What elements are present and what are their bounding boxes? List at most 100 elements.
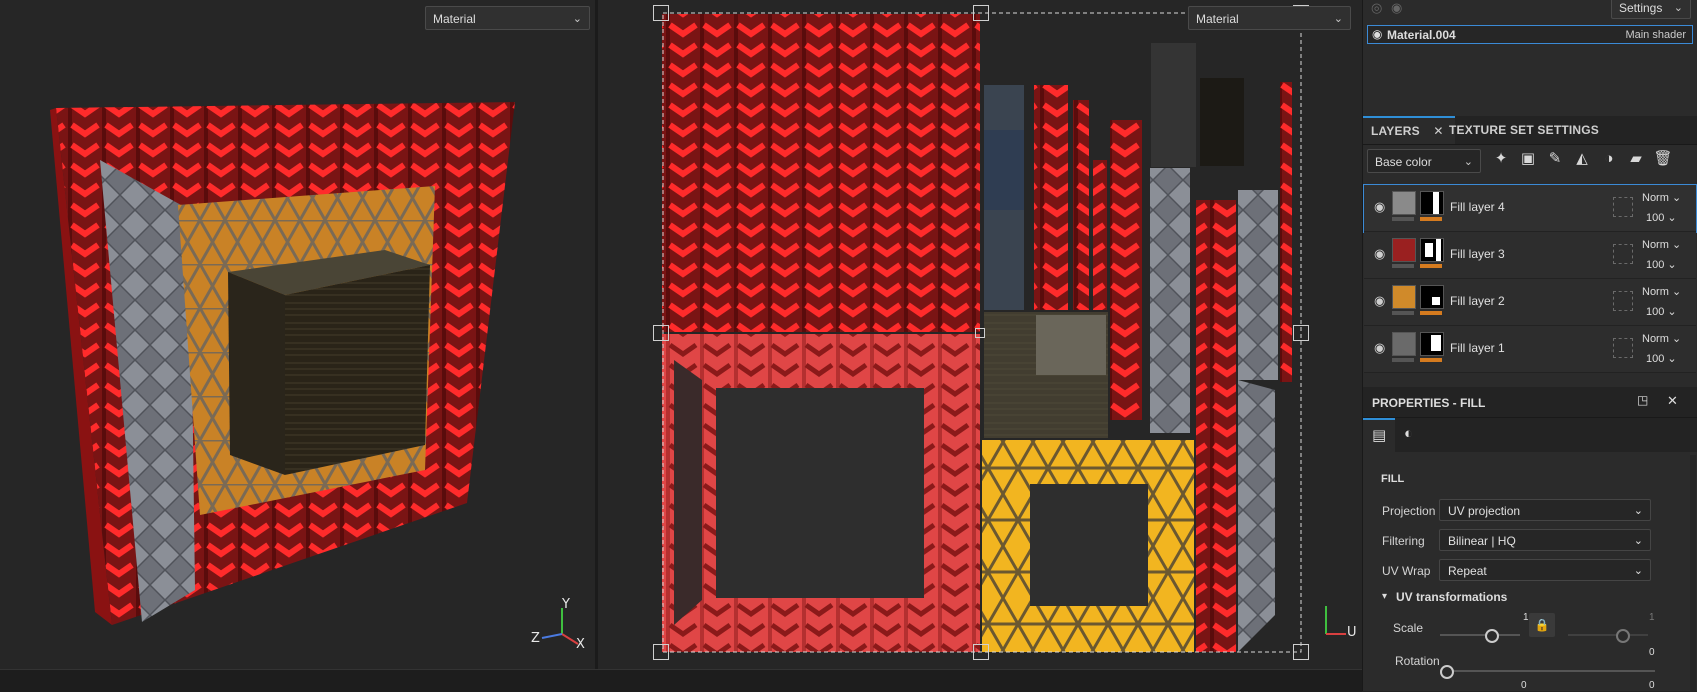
paint-brush-icon[interactable]: ✎ xyxy=(1545,149,1565,169)
mask-bar xyxy=(1420,311,1442,315)
close-icon[interactable]: ✕ xyxy=(1667,393,1678,409)
rotation-label: Rotation xyxy=(1395,654,1440,668)
properties-scrollbar[interactable] xyxy=(1690,455,1696,691)
blend-mode-dropdown[interactable]: Norm ⌄ xyxy=(1642,332,1681,345)
scale-slider-track[interactable] xyxy=(1440,634,1520,636)
viewport-2d-mode-dropdown[interactable]: Material ⌄ xyxy=(1188,6,1351,30)
3d-mesh-render[interactable] xyxy=(0,0,595,669)
layer-row[interactable]: ◉ Fill layer 4 Norm ⌄ 100 ⌄ xyxy=(1363,184,1697,233)
uv-transformations-title[interactable]: UV transformations xyxy=(1396,590,1507,604)
layer-row[interactable]: ◉ Fill layer 2 Norm ⌄ 100 ⌄ xyxy=(1364,279,1696,326)
uv-wrap-value: Repeat xyxy=(1448,564,1487,578)
smart-material-icon[interactable]: ◑ xyxy=(1599,149,1619,169)
projection-value: UV projection xyxy=(1448,504,1521,518)
properties-title: PROPERTIES - FILL xyxy=(1372,396,1486,410)
rotation-value[interactable]: 0 xyxy=(1649,680,1655,691)
viewport-3d[interactable]: Material ⌄ Y Z X xyxy=(0,0,595,669)
layer-mask-thumbnail[interactable] xyxy=(1420,191,1444,215)
popout-icon[interactable]: ◳ xyxy=(1637,393,1648,407)
filtering-label: Filtering xyxy=(1382,534,1425,548)
tab-fill-settings[interactable]: ▤ xyxy=(1363,418,1395,452)
transform-handle-center[interactable] xyxy=(975,328,985,338)
rotation-slider-track[interactable] xyxy=(1440,670,1655,672)
hide-icon[interactable]: ◎ xyxy=(1371,0,1382,16)
transform-handle-tl[interactable] xyxy=(653,5,669,21)
material-sphere-icon[interactable]: ◐ xyxy=(1404,425,1413,442)
tab-layers-label: LAYERS xyxy=(1371,124,1420,138)
layer-bar xyxy=(1392,311,1414,315)
layer-mask-thumbnail[interactable] xyxy=(1420,285,1444,309)
tab-texture-set-settings[interactable]: TEXTURE SET SETTINGS xyxy=(1441,116,1607,144)
transform-handle-bl[interactable] xyxy=(653,644,669,660)
chevron-down-icon: ⌄ xyxy=(1633,565,1643,577)
transform-handle-bc[interactable] xyxy=(973,644,989,660)
layer-thumbnail xyxy=(1392,191,1416,215)
scale-value[interactable]: 1 xyxy=(1523,612,1529,623)
uv-wrap-dropdown[interactable]: Repeat ⌄ xyxy=(1439,559,1651,581)
layer-row[interactable]: ◉ Fill layer 3 Norm ⌄ 100 ⌄ xyxy=(1364,232,1696,279)
blend-mode-label: Norm xyxy=(1642,192,1669,204)
chevron-down-icon: ⌄ xyxy=(1633,505,1643,517)
transform-handle-tc[interactable] xyxy=(973,5,989,21)
scale-slider-locked-track[interactable] xyxy=(1568,634,1648,636)
transform-handle-ml[interactable] xyxy=(653,325,669,341)
axis-y-label: Y xyxy=(562,597,570,612)
settings-dropdown[interactable]: Settings ⌄ xyxy=(1611,0,1691,19)
viewport-2d-uv[interactable]: Material ⌄ U xyxy=(598,0,1362,669)
filtering-dropdown[interactable]: Bilinear | HQ ⌄ xyxy=(1439,529,1651,551)
offset-value[interactable]: 0 xyxy=(1649,647,1655,658)
offset-value-2[interactable]: 0 xyxy=(1521,680,1527,691)
blend-mode-dropdown[interactable]: Norm ⌄ xyxy=(1642,238,1681,251)
eye-icon[interactable]: ◉ xyxy=(1374,246,1385,262)
transform-handle-br[interactable] xyxy=(1293,644,1309,660)
opacity-label: 100 xyxy=(1646,306,1665,318)
trash-icon[interactable]: 🗑 xyxy=(1653,149,1673,169)
blend-mode-toggle[interactable] xyxy=(1613,197,1633,217)
rotation-slider-thumb[interactable] xyxy=(1440,665,1454,679)
fill-bucket-icon[interactable]: ◭ xyxy=(1572,149,1592,169)
material-row[interactable]: ◉ Material.004 Main shader xyxy=(1367,25,1693,44)
status-bar xyxy=(0,669,1362,692)
layer-thumbnail xyxy=(1392,332,1416,356)
add-mask-icon[interactable]: ▣ xyxy=(1518,149,1538,169)
blend-mode-toggle[interactable] xyxy=(1613,244,1633,264)
channel-dropdown[interactable]: Base color ⌄ xyxy=(1367,149,1481,173)
transform-handle-mr[interactable] xyxy=(1293,325,1309,341)
properties-header: PROPERTIES - FILL ◳ ✕ xyxy=(1363,387,1697,418)
opacity-label: 100 xyxy=(1646,212,1665,224)
eye-icon[interactable]: ◉ xyxy=(1391,0,1402,16)
fill-section-title: FILL xyxy=(1381,473,1405,485)
scale-slider-thumb[interactable] xyxy=(1485,629,1499,643)
mask-bar xyxy=(1420,358,1442,362)
axis-u-label: U xyxy=(1347,625,1357,640)
axis-z-label: Z xyxy=(531,631,540,646)
scale-slider-locked-thumb[interactable] xyxy=(1616,629,1630,643)
magic-wand-icon[interactable]: ✦ xyxy=(1491,149,1511,169)
blend-mode-dropdown[interactable]: Norm ⌄ xyxy=(1642,285,1681,298)
eye-icon[interactable]: ◉ xyxy=(1374,293,1385,309)
eye-icon[interactable]: ◉ xyxy=(1374,199,1385,215)
opacity-dropdown[interactable]: 100 ⌄ xyxy=(1646,305,1677,318)
opacity-dropdown[interactable]: 100 ⌄ xyxy=(1646,258,1677,271)
layer-name: Fill layer 4 xyxy=(1450,200,1505,214)
opacity-dropdown[interactable]: 100 ⌄ xyxy=(1646,211,1677,224)
layer-row[interactable]: ◉ Fill layer 1 Norm ⌄ 100 ⌄ xyxy=(1364,326,1696,373)
blend-mode-toggle[interactable] xyxy=(1613,291,1633,311)
blend-mode-label: Norm xyxy=(1642,333,1669,345)
folder-icon[interactable]: ▰ xyxy=(1626,149,1646,169)
blend-mode-dropdown[interactable]: Norm ⌄ xyxy=(1642,191,1681,204)
eye-icon[interactable]: ◉ xyxy=(1374,340,1385,356)
viewport-3d-mode-dropdown[interactable]: Material ⌄ xyxy=(425,6,590,30)
opacity-dropdown[interactable]: 100 ⌄ xyxy=(1646,352,1677,365)
scale-value-locked[interactable]: 1 xyxy=(1649,612,1655,623)
blend-mode-toggle[interactable] xyxy=(1613,338,1633,358)
mask-bar xyxy=(1420,217,1442,221)
eye-icon[interactable]: ◉ xyxy=(1372,27,1382,41)
blend-mode-label: Norm xyxy=(1642,286,1669,298)
settings-label: Settings xyxy=(1619,1,1663,15)
layer-mask-thumbnail[interactable] xyxy=(1420,238,1444,262)
collapse-chevron-icon[interactable]: ▾ xyxy=(1382,591,1387,602)
projection-dropdown[interactable]: UV projection ⌄ xyxy=(1439,499,1651,521)
layer-mask-thumbnail[interactable] xyxy=(1420,332,1444,356)
lock-icon[interactable]: 🔒 xyxy=(1529,613,1555,637)
